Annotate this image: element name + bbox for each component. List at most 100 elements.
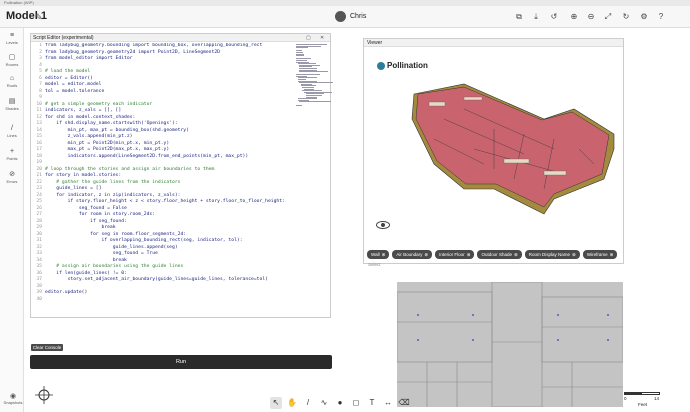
scale-unit: Feet (638, 402, 648, 407)
avatar (335, 11, 346, 22)
script-editor: Script Editor (experimental) ▢ ✕ 1 from l… (30, 33, 334, 318)
text-tool-icon[interactable]: T (366, 397, 378, 409)
redo-icon[interactable]: ↻ (620, 11, 632, 23)
scale-zero: 0 (624, 396, 627, 401)
copy-icon[interactable]: ⧉ (513, 11, 525, 23)
settings-icon[interactable]: ⚙ (638, 11, 650, 23)
chip-label: Wall (371, 252, 380, 257)
lines-icon: / (11, 125, 13, 132)
filter-chip[interactable]: Outdoor Shade ⊗ (477, 250, 522, 259)
shades-icon: ▤ (8, 98, 16, 105)
levels-icon: ≡ (9, 32, 15, 39)
eraser-tool-icon[interactable]: ⌫ (398, 397, 410, 409)
brand-name: Pollination (387, 61, 428, 70)
line-tool-icon[interactable]: / (302, 397, 314, 409)
chip-label: Outdoor Shade (481, 252, 512, 257)
curve-tool-icon[interactable]: ∿ (318, 397, 330, 409)
sidebar-item-levels[interactable]: ≡ Levels (0, 32, 24, 45)
help-icon[interactable]: ? (655, 11, 667, 23)
rooms-icon: ▢ (8, 54, 16, 61)
line-content: editor.update() (45, 290, 88, 295)
snapshots-button[interactable]: ◉ Snapshots (2, 392, 24, 405)
scale-max: 14 (654, 396, 660, 401)
plan-view[interactable] (396, 281, 624, 408)
minimap-line (296, 55, 305, 57)
remove-chip-icon[interactable]: ⊗ (514, 252, 518, 257)
line-number: 40 (36, 296, 42, 302)
line-content: indicators.append(LineSegment2D.from_end… (45, 153, 249, 159)
3d-model-view[interactable] (404, 79, 624, 224)
viewer-panel: Viewer Pollination Wall ⊗ Air Boundary ⊗ Int… (363, 38, 624, 267)
minimap-line (296, 104, 302, 106)
viewer-titlebar: Viewer (364, 39, 623, 47)
sidebar: ≡ Levels ▢ Rooms ⌂ Roofs ▤ Shades / Line… (0, 28, 24, 412)
sidebar-item-label: Errors (6, 179, 18, 184)
edit-title-icon[interactable]: ✎ (35, 12, 43, 23)
minimap-line (299, 71, 328, 73)
zoom-in-icon[interactable]: ⊕ (568, 11, 580, 23)
sidebar-item-lines[interactable]: / Lines (0, 125, 24, 138)
sidebar-item-label: Points (6, 156, 18, 161)
user-menu[interactable]: Chris (335, 11, 366, 22)
brand-logo: Pollination (377, 61, 428, 70)
filter-chip[interactable]: Wireframe ⊗ (582, 250, 618, 259)
sidebar-item-label: Shades (5, 106, 19, 111)
download-icon[interactable]: ⤓ (530, 11, 542, 23)
code-line[interactable]: 37 story.set_adjacent_air_boundary(guide… (31, 277, 293, 284)
filter-chip[interactable]: Room Display Name ⊗ (524, 250, 580, 259)
sidebar-item-rooms[interactable]: ▢ Rooms (0, 53, 24, 67)
code-area[interactable]: 1 from ladybug_geometry.bounding import b… (31, 43, 293, 317)
sidebar-item-label: Lines (7, 133, 17, 138)
minimap-line (299, 101, 331, 103)
shape-tool-icon[interactable]: ◻ (350, 397, 362, 409)
viewer-title: Viewer (367, 40, 383, 46)
select-tool-icon[interactable]: ↖ (270, 397, 282, 409)
run-button[interactable]: Run (30, 355, 332, 369)
view-mode-icon[interactable] (376, 221, 390, 229)
chip-label: Wireframe (586, 252, 608, 257)
script-editor-titlebar: Script Editor (experimental) ▢ ✕ (31, 34, 330, 42)
plan-drawing (396, 281, 624, 408)
remove-chip-icon[interactable]: ⊗ (424, 252, 428, 257)
remove-chip-icon[interactable]: ⊗ (467, 252, 471, 257)
code-line[interactable]: 40 (31, 297, 293, 304)
camera-icon: ◉ (9, 393, 17, 400)
sidebar-item-label: Roofs (6, 83, 18, 88)
chip-label: Room Display Name (528, 252, 571, 257)
sidebar-item-roofs[interactable]: ⌂ Roofs (0, 75, 24, 88)
remove-chip-icon[interactable]: ⊗ (382, 252, 386, 257)
filter-chip[interactable]: Interior Floor ⊗ (435, 250, 475, 259)
errors-icon: ⊘ (9, 171, 15, 178)
pollination-logo-icon (377, 61, 385, 70)
line-content: story.set_adjacent_air_boundary(guide_li… (45, 277, 268, 282)
sidebar-item-errors[interactable]: ⊘ Errors (0, 170, 24, 184)
display-filter-chips: Wall ⊗ Air Boundary ⊗ Interior Floor ⊗ Outdoor… (367, 250, 618, 259)
script-editor-title: Script Editor (experimental) (33, 35, 94, 41)
remove-chip-icon[interactable]: ⊗ (572, 252, 576, 257)
zoom-extents-icon[interactable]: ⤢ (602, 11, 614, 23)
maximize-icon[interactable]: ▢ (306, 34, 311, 42)
clear-console-button[interactable]: Clear Console (31, 344, 63, 351)
minimap-line (296, 47, 309, 49)
dimension-tool-icon[interactable]: ↔ (382, 397, 394, 409)
sidebar-item-points[interactable]: + Points (0, 148, 24, 161)
select-dropdown[interactable]: Select (368, 262, 381, 267)
compass-icon[interactable] (35, 386, 53, 404)
line-content: from model_editor import Editor (45, 56, 133, 61)
sidebar-item-shades[interactable]: ▤ Shades (0, 97, 24, 111)
pan-tool-icon[interactable]: ✋ (286, 397, 298, 409)
remove-chip-icon[interactable]: ⊗ (610, 252, 614, 257)
undo-icon[interactable]: ↺ (548, 11, 560, 23)
code-minimap[interactable] (296, 44, 334, 106)
zoom-out-icon[interactable]: ⊖ (585, 11, 597, 23)
header: Model 1 ✎ Chris ⧉ ⤓ ↺ ⊕ ⊖ ⤢ ↻ ⚙ ? (0, 6, 690, 28)
close-icon[interactable]: ✕ (320, 34, 324, 42)
chip-label: Air Boundary (396, 252, 423, 257)
point-tool-icon[interactable]: ● (334, 397, 346, 409)
user-name: Chris (350, 13, 367, 20)
drawing-toolbar: ↖ ✋ / ∿ ● ◻ T ↔ ⌫ (270, 394, 410, 412)
scale-bar: 0 14 Feet (624, 392, 664, 408)
filter-chip[interactable]: Air Boundary ⊗ (392, 250, 433, 259)
filter-chip[interactable]: Wall ⊗ (367, 250, 390, 259)
roofs-icon: ⌂ (9, 75, 15, 82)
